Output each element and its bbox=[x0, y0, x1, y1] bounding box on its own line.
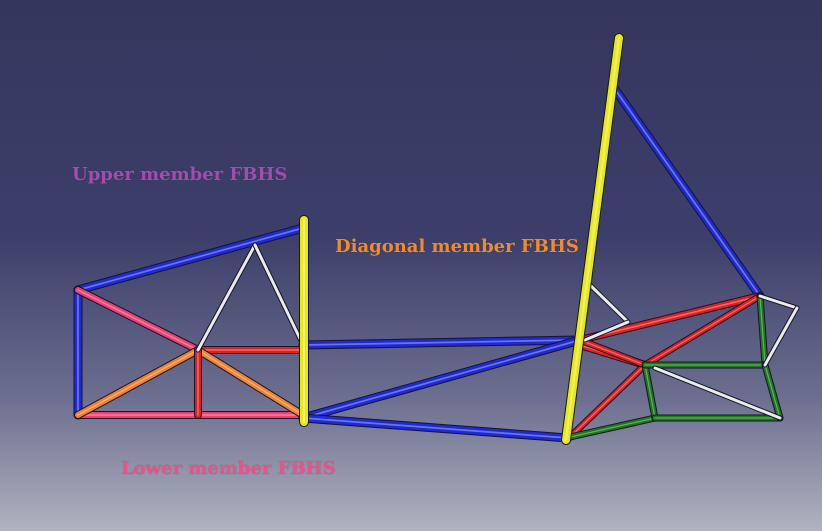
lower-member-label: Lower member FBHS bbox=[121, 458, 336, 479]
bracket-tube-highlight bbox=[764, 307, 798, 366]
cross-brace-tube-highlight bbox=[77, 289, 199, 351]
bracket-tube-highlight bbox=[759, 295, 798, 309]
cross-brace-tube-highlight bbox=[77, 349, 199, 416]
upper-member-label: Upper member FBHS bbox=[72, 164, 288, 185]
right-vertical-tube-highlight bbox=[764, 364, 781, 419]
upper-brace-tube-highlight bbox=[254, 244, 304, 346]
frame-viewport bbox=[73, 33, 800, 445]
connector-bottom-tube-highlight bbox=[302, 417, 569, 439]
upper-brace-tube-highlight bbox=[197, 244, 256, 351]
bracket-tube-highlight bbox=[654, 367, 781, 419]
diagonal-member-label: Diagonal member FBHS bbox=[335, 236, 579, 257]
connector-diagonal-tube-highlight bbox=[302, 339, 581, 419]
upper-member-tube-highlight bbox=[77, 227, 304, 291]
right-rail-tube-highlight bbox=[579, 339, 646, 366]
cross-brace-tube-highlight bbox=[197, 349, 304, 416]
upper-member-tube-highlight bbox=[611, 84, 761, 297]
bracket-tube-highlight bbox=[589, 284, 629, 323]
